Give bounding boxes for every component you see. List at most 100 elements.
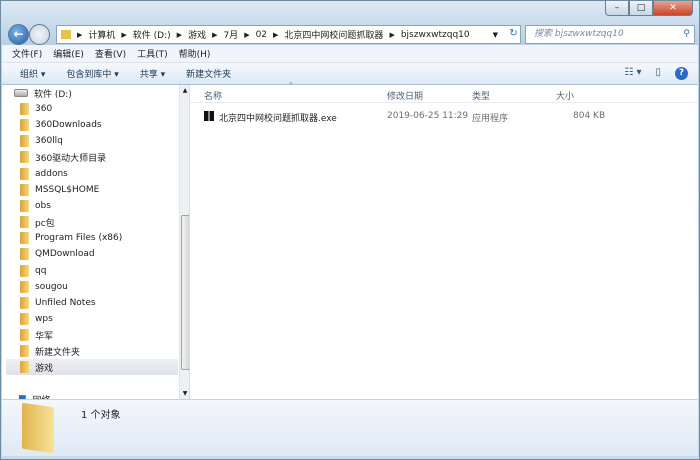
menu-view[interactable]: 查看(V)	[95, 47, 126, 60]
nav-label: 游戏	[35, 363, 54, 374]
preview-pane-icon[interactable]: ▯	[655, 67, 661, 80]
column-size[interactable]: 大小	[556, 89, 574, 102]
nav-folder[interactable]: 360llq	[20, 133, 178, 149]
column-name[interactable]: 名称	[204, 89, 222, 102]
address-dropdown-icon[interactable]: ▼	[493, 31, 498, 39]
folder-icon	[20, 151, 29, 164]
search-placeholder: 搜索 bjszwxwtzqq10	[534, 29, 624, 39]
menu-edit[interactable]: 编辑(E)	[53, 47, 84, 60]
nav-label: 360Downloads	[35, 120, 102, 131]
nav-folder[interactable]: QMDownload	[20, 246, 178, 262]
crumb-current[interactable]: bjszwxwtzqq10	[401, 30, 470, 40]
nav-label: sougou	[35, 281, 68, 292]
back-button[interactable]: ←	[8, 24, 29, 45]
crumb-games[interactable]: 游戏	[188, 28, 206, 41]
file-type: 应用程序	[472, 114, 509, 124]
nav-label: qq	[35, 265, 47, 276]
minimize-button[interactable]: –	[605, 1, 629, 16]
nav-label: Unfiled Notes	[35, 297, 96, 308]
menu-file[interactable]: 文件(F)	[12, 47, 42, 60]
folder-icon	[20, 167, 29, 180]
nav-drive-d[interactable]: 软件 (D:)	[14, 85, 172, 101]
folder-icon	[20, 135, 29, 148]
crumb-july[interactable]: 7月	[223, 28, 238, 41]
help-icon[interactable]: ?	[675, 67, 688, 80]
drive-icon	[14, 89, 28, 97]
folder-icon	[20, 216, 29, 229]
organize-button[interactable]: 组织 ▾	[20, 67, 45, 80]
nav-folder[interactable]: 360驱动大师目录	[20, 149, 178, 165]
nav-folder[interactable]: MSSQL$HOME	[20, 182, 178, 198]
share-button[interactable]: 共享 ▾	[140, 67, 165, 80]
nav-folder[interactable]: Program Files (x86)	[20, 230, 178, 246]
nav-folder[interactable]: 360	[20, 101, 178, 117]
nav-folder[interactable]: qq	[20, 263, 178, 279]
folder-icon	[20, 248, 29, 261]
search-input[interactable]: 搜索 bjszwxwtzqq10 ⚲	[525, 25, 695, 44]
nav-scrollbar[interactable]: ▲ ▼	[179, 85, 189, 399]
nav-folder[interactable]: 360Downloads	[20, 117, 178, 133]
nav-label: obs	[35, 200, 51, 211]
folder-icon	[20, 264, 29, 277]
details-pane: 1 个对象	[2, 399, 698, 456]
folder-icon	[20, 103, 29, 115]
nav-label: QMDownload	[35, 249, 95, 260]
file-date: 2019-06-25 11:29	[387, 111, 469, 121]
scroll-thumb[interactable]	[181, 215, 189, 370]
nav-label: MSSQL$HOME	[35, 184, 100, 195]
file-size: 804 KB	[573, 111, 606, 121]
folder-icon	[20, 361, 29, 374]
nav-folder[interactable]: 新建文件夹	[20, 343, 178, 359]
new-folder-button[interactable]: 新建文件夹	[186, 67, 231, 80]
nav-label: wps	[35, 313, 53, 324]
crumb-grabber[interactable]: 北京四中网校问题抓取器	[284, 28, 383, 41]
item-count: 1 个对象	[81, 410, 121, 421]
nav-folder[interactable]: addons	[20, 166, 178, 182]
close-button[interactable]: ✕	[653, 1, 693, 16]
folder-icon	[20, 119, 29, 132]
file-row[interactable]: 北京四中网校问题抓取器.exe 2019-06-25 11:29 应用程序 80…	[190, 109, 698, 126]
address-bar[interactable]: ▶ 计算机 ▶ 软件 (D:) ▶ 游戏 ▶ 7月 ▶ 02 ▶ 北京四中网校问题抓取器 ▶…	[56, 25, 521, 44]
column-date[interactable]: 修改日期	[387, 89, 423, 102]
crumb-drive[interactable]: 软件 (D:)	[133, 28, 171, 41]
nav-label: 360	[35, 104, 53, 114]
nav-folder[interactable]: sougou	[20, 279, 178, 295]
nav-label: 360llq	[35, 136, 63, 147]
view-options-icon[interactable]: ☷ ▾	[624, 67, 641, 80]
crumb-02[interactable]: 02	[256, 30, 267, 40]
forward-button[interactable]	[29, 24, 50, 45]
exe-icon	[204, 111, 214, 121]
include-in-library-button[interactable]: 包含到库中 ▾	[66, 67, 118, 80]
folder-icon	[20, 280, 29, 293]
nav-label: 软件 (D:)	[34, 89, 72, 100]
sort-ascending-icon: ˄	[289, 82, 293, 90]
folder-icon	[20, 232, 29, 245]
nav-label: 360驱动大师目录	[35, 153, 107, 164]
nav-label: Program Files (x86)	[35, 233, 123, 244]
folder-icon	[20, 345, 29, 358]
folder-icon	[20, 199, 29, 212]
nav-folder[interactable]: obs	[20, 198, 178, 214]
menu-tools[interactable]: 工具(T)	[137, 47, 168, 60]
nav-folder[interactable]: pc包	[20, 214, 178, 230]
nav-folder[interactable]: Unfiled Notes	[20, 295, 178, 311]
column-headers: ˄ 名称 修改日期 类型 大小	[190, 82, 698, 103]
nav-label: 华军	[35, 331, 54, 342]
refresh-button[interactable]: ↻	[506, 25, 521, 44]
scroll-down-icon[interactable]: ▼	[180, 390, 189, 397]
navigation-pane: 软件 (D:) 360 360Downloads 360llq 360驱动大师目录 ad…	[2, 85, 190, 399]
folder-large-icon	[22, 402, 54, 454]
crumb-computer[interactable]: 计算机	[88, 28, 115, 41]
nav-network[interactable]: ■网络	[18, 391, 176, 399]
search-icon[interactable]: ⚲	[683, 26, 690, 43]
nav-folder[interactable]: wps	[20, 311, 178, 327]
nav-label: pc包	[35, 218, 55, 229]
folder-icon	[20, 312, 29, 325]
nav-label: 新建文件夹	[35, 347, 81, 358]
nav-folder[interactable]: 华军	[20, 327, 178, 343]
maximize-button[interactable]: □	[629, 1, 653, 16]
scroll-up-icon[interactable]: ▲	[180, 87, 189, 94]
menu-help[interactable]: 帮助(H)	[179, 47, 211, 60]
nav-folder[interactable]: 游戏	[6, 359, 178, 376]
column-type[interactable]: 类型	[472, 89, 490, 102]
